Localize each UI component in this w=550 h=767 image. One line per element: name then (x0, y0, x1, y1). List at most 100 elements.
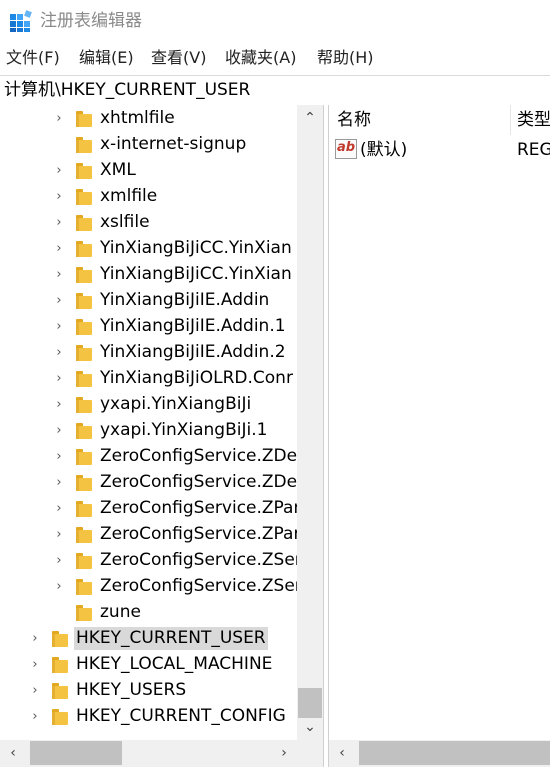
tree-vertical-scrollbar[interactable]: ⌃ ⌄ (297, 105, 323, 740)
folder-icon (76, 527, 92, 543)
value-list[interactable]: 名称 类型 ab (默认) REG (329, 105, 550, 740)
tree-item-label[interactable]: HKEY_LOCAL_MACHINE (74, 653, 274, 676)
chevron-right-icon[interactable]: › (53, 476, 65, 490)
tree-item[interactable]: › yxapi.YinXiangBiJi.1 (0, 418, 297, 444)
tree-item[interactable]: › xhtmlfile (0, 106, 297, 132)
tree-hscroll-thumb[interactable] (30, 741, 122, 765)
value-row[interactable]: ab (默认) REG (329, 137, 550, 163)
tree-item[interactable]: › xslfile (0, 210, 297, 236)
chevron-right-icon[interactable]: › (53, 580, 65, 594)
tree-item-label[interactable]: XML (98, 159, 138, 182)
tree-item-label[interactable]: YinXiangBiJiOLRD.Conr (98, 367, 295, 390)
tree-item[interactable]: › YinXiangBiJiIE.Addin.1 (0, 314, 297, 340)
tree-item[interactable]: › XML (0, 158, 297, 184)
tree-item-label[interactable]: xmlfile (98, 185, 159, 208)
tree-item[interactable]: › ZeroConfigService.ZSer (0, 548, 301, 574)
tree-item[interactable]: › HKEY_CURRENT_USER (0, 626, 297, 652)
menu-bar: 文件(F) 编辑(E) 查看(V) 收藏夹(A) 帮助(H) (0, 44, 550, 72)
tree-item[interactable]: › YinXiangBiJiIE.Addin (0, 288, 297, 314)
folder-icon (76, 553, 92, 569)
tree-item-label[interactable]: YinXiangBiJiCC.YinXian (98, 263, 294, 286)
tree-item[interactable]: › xmlfile (0, 184, 297, 210)
address-bar[interactable]: 计算机\HKEY_CURRENT_USER (0, 75, 550, 106)
tree-item[interactable]: › ZeroConfigService.ZDe (0, 470, 297, 496)
chevron-right-icon[interactable]: › (53, 450, 65, 464)
list-hscroll-thumb[interactable] (359, 741, 550, 765)
tree-item[interactable]: › YinXiangBiJiCC.YinXian (0, 262, 297, 288)
list-horizontal-scrollbar[interactable]: ‹ (329, 740, 550, 767)
chevron-right-icon[interactable] (53, 606, 65, 620)
tree-item-label[interactable]: xhtmlfile (98, 107, 177, 130)
tree-item-label[interactable]: YinXiangBiJiIE.Addin.1 (98, 315, 288, 338)
tree-item-label[interactable]: HKEY_CURRENT_USER (74, 627, 268, 650)
tree-item[interactable]: › ZeroConfigService.ZPar (0, 496, 300, 522)
chevron-right-icon[interactable]: › (53, 554, 65, 568)
menu-help[interactable]: 帮助(H) (317, 48, 374, 68)
chevron-right-icon[interactable]: › (53, 294, 65, 308)
tree-item-label[interactable]: HKEY_USERS (74, 679, 188, 702)
tree-item[interactable]: › ZeroConfigService.ZPar (0, 522, 300, 548)
tree-item-label[interactable]: YinXiangBiJiCC.YinXian (98, 237, 294, 260)
menu-view[interactable]: 查看(V) (151, 48, 206, 68)
key-tree[interactable]: › xhtmlfile x-internet-signup › XML › xmlfile ›… (0, 105, 323, 740)
tree-item-label[interactable]: ZeroConfigService.ZSer (98, 549, 304, 572)
chevron-right-icon[interactable]: › (53, 320, 65, 334)
scroll-right-icon[interactable]: › (271, 740, 297, 767)
chevron-right-icon[interactable]: › (53, 268, 65, 282)
tree-item[interactable]: x-internet-signup (0, 132, 297, 158)
scroll-left-icon[interactable]: ‹ (0, 740, 26, 767)
chevron-right-icon[interactable]: › (29, 658, 41, 672)
chevron-right-icon[interactable]: › (53, 346, 65, 360)
tree-item-label[interactable]: xslfile (98, 211, 152, 234)
chevron-right-icon[interactable] (53, 138, 65, 152)
tree-item[interactable]: › HKEY_LOCAL_MACHINE (0, 652, 297, 678)
chevron-right-icon[interactable]: › (53, 372, 65, 386)
address-path[interactable]: 计算机\HKEY_CURRENT_USER (4, 79, 250, 101)
chevron-right-icon[interactable]: › (53, 164, 65, 178)
tree-item-label[interactable]: YinXiangBiJiIE.Addin (98, 289, 271, 312)
tree-item-label[interactable]: HKEY_CURRENT_CONFIG (74, 705, 288, 728)
scroll-up-icon[interactable]: ⌃ (297, 105, 323, 131)
tree-item-label[interactable]: x-internet-signup (98, 133, 248, 156)
chevron-right-icon[interactable]: › (29, 710, 41, 724)
tree-item[interactable]: › HKEY_USERS (0, 678, 297, 704)
column-header-type[interactable]: 类型 (517, 105, 550, 135)
column-header-name[interactable]: 名称 (337, 105, 371, 135)
scroll-down-icon[interactable]: ⌄ (297, 714, 323, 740)
menu-edit[interactable]: 编辑(E) (79, 48, 134, 68)
folder-icon (76, 319, 92, 335)
folder-icon (76, 137, 92, 153)
chevron-right-icon[interactable]: › (53, 502, 65, 516)
tree-item[interactable]: › YinXiangBiJiCC.YinXian (0, 236, 297, 262)
chevron-right-icon[interactable]: › (29, 632, 41, 646)
chevron-right-icon[interactable]: › (29, 684, 41, 698)
chevron-right-icon[interactable]: › (53, 528, 65, 542)
tree-item[interactable]: › yxapi.YinXiangBiJi (0, 392, 297, 418)
column-divider[interactable] (510, 105, 511, 135)
chevron-right-icon[interactable]: › (53, 216, 65, 230)
chevron-right-icon[interactable]: › (53, 242, 65, 256)
tree-item[interactable]: › YinXiangBiJiOLRD.Conr (0, 366, 297, 392)
menu-favorites[interactable]: 收藏夹(A) (225, 48, 296, 68)
chevron-right-icon[interactable]: › (53, 424, 65, 438)
tree-item-label[interactable]: ZeroConfigService.ZDe (98, 471, 299, 494)
tree-item[interactable]: › HKEY_CURRENT_CONFIG (0, 704, 297, 730)
tree-item[interactable]: › ZeroConfigService.ZDe (0, 444, 297, 470)
tree-item[interactable]: › YinXiangBiJiIE.Addin.2 (0, 340, 297, 366)
tree-item-label[interactable]: yxapi.YinXiangBiJi (98, 393, 253, 416)
tree-item[interactable]: › ZeroConfigService.ZSer (0, 574, 301, 600)
tree-item[interactable]: zune (0, 600, 297, 626)
tree-item-label[interactable]: ZeroConfigService.ZPar (98, 497, 302, 520)
menu-file[interactable]: 文件(F) (6, 48, 60, 68)
tree-item-label[interactable]: ZeroConfigService.ZDe (98, 445, 299, 468)
chevron-right-icon[interactable]: › (53, 190, 65, 204)
tree-item-label[interactable]: zune (98, 601, 143, 624)
scroll-left-icon[interactable]: ‹ (329, 740, 355, 767)
chevron-right-icon[interactable]: › (53, 112, 65, 126)
tree-item-label[interactable]: YinXiangBiJiIE.Addin.2 (98, 341, 288, 364)
tree-horizontal-scrollbar[interactable]: ‹ › (0, 740, 297, 767)
tree-item-label[interactable]: ZeroConfigService.ZPar (98, 523, 302, 546)
tree-item-label[interactable]: ZeroConfigService.ZSer (98, 575, 304, 598)
tree-item-label[interactable]: yxapi.YinXiangBiJi.1 (98, 419, 269, 442)
chevron-right-icon[interactable]: › (53, 398, 65, 412)
